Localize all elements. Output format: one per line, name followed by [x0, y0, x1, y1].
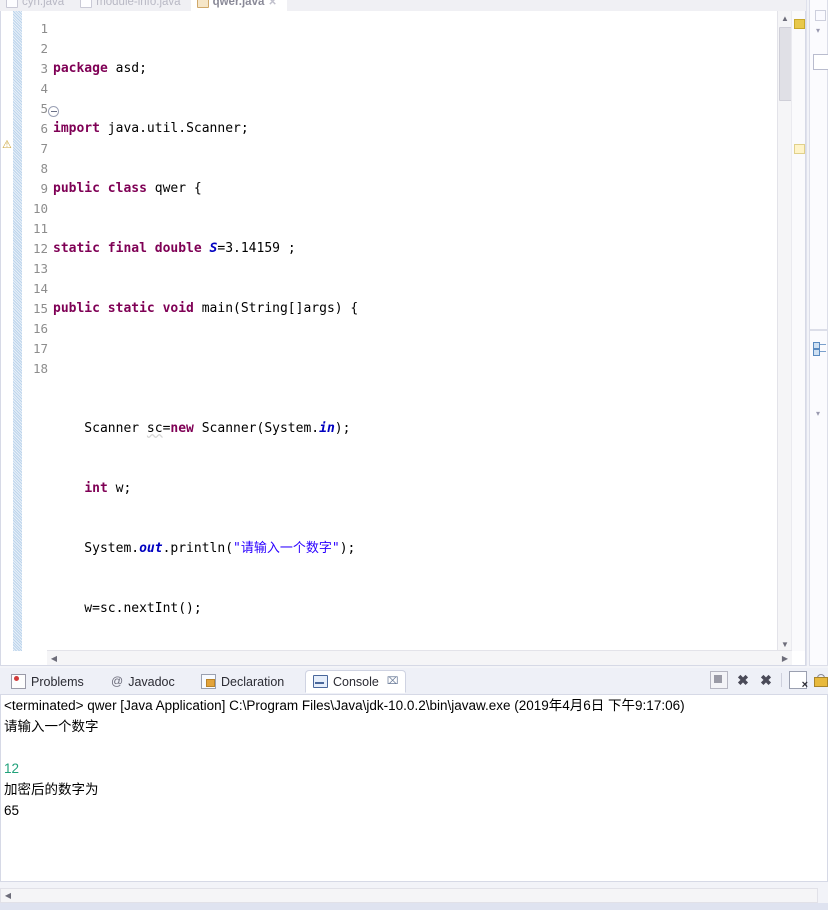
scroll-left-icon[interactable]: ◀: [1, 889, 15, 902]
console-line: 加密后的数字为: [4, 782, 99, 797]
line-number: 11: [32, 221, 48, 236]
outline-view-icon[interactable]: [813, 341, 827, 356]
tab-console[interactable]: Console ⌧: [305, 670, 407, 693]
line-number: 8: [40, 161, 48, 176]
eclipse-ide-window: cyh.java module-info.java qwer.java ✕ ⚠ …: [0, 0, 828, 910]
editor-overview-ruler[interactable]: [791, 11, 805, 651]
remove-launch-button[interactable]: ✖: [735, 672, 751, 688]
console-icon: [313, 675, 328, 688]
tab-label: Javadoc: [128, 674, 175, 689]
console-header-line: <terminated> qwer [Java Application] C:\…: [4, 698, 685, 713]
window-bottom-edge: [0, 903, 828, 910]
console-horizontal-scrollbar[interactable]: ◀: [0, 888, 818, 903]
line-number: 2: [40, 41, 48, 56]
code-line-9: System.out.println("请输入一个数字");: [53, 541, 356, 556]
java-source-editor[interactable]: ⚠ 1 2 3 4 5 6 7 8 9 10 11 12 13 14 15 16…: [0, 11, 806, 666]
editor-change-bar: [13, 11, 22, 651]
overview-occurrence-marker[interactable]: [794, 144, 805, 154]
tab-problems[interactable]: Problems: [4, 670, 91, 693]
console-line: 65: [4, 803, 20, 818]
warning-marker-icon[interactable]: ⚠: [2, 139, 13, 152]
console-toolbar: ✖ ✖: [710, 671, 828, 691]
problems-icon: [11, 674, 26, 689]
line-number: 14: [32, 281, 48, 296]
tab-label: Console: [333, 674, 379, 689]
code-line-1: package asd;: [53, 61, 147, 76]
scroll-down-icon[interactable]: ▼: [778, 637, 792, 651]
editor-line-number-ruler: 1 2 3 4 5 6 7 8 9 10 11 12 13 14 15 16 1…: [22, 11, 48, 651]
overview-warning-marker[interactable]: [794, 19, 805, 29]
tab-javadoc[interactable]: @ Javadoc: [104, 670, 182, 693]
editor-vertical-scrollbar[interactable]: ▲ ▼: [777, 11, 793, 651]
editor-horizontal-scrollbar[interactable]: ◀ ▶: [47, 650, 792, 665]
scroll-right-icon[interactable]: ▶: [778, 651, 792, 665]
minimized-stack-top[interactable]: ▾: [809, 0, 828, 330]
line-number: 17: [32, 341, 48, 356]
editor-tab-label: cyh.java: [22, 0, 65, 8]
right-minimized-view-stack[interactable]: ▾ ▾: [806, 0, 828, 666]
line-number: 1: [40, 21, 48, 36]
line-number: 15: [32, 301, 48, 316]
chevron-down-icon[interactable]: ▾: [816, 26, 820, 35]
close-icon[interactable]: ✕: [268, 0, 276, 8]
minimized-view-icon[interactable]: [813, 54, 828, 70]
editor-tab-label: qwer.java: [212, 0, 265, 8]
tab-label: Problems: [31, 674, 84, 689]
editor-tab-cyh[interactable]: cyh.java: [0, 0, 74, 11]
console-output-area[interactable]: <terminated> qwer [Java Application] C:\…: [0, 695, 828, 882]
editor-tab-label: module-info.java: [96, 0, 181, 8]
editor-annotation-ruler[interactable]: ⚠: [1, 11, 13, 651]
editor-tab-strip: cyh.java module-info.java qwer.java ✕: [0, 0, 806, 11]
chevron-down-icon[interactable]: ▾: [816, 409, 820, 418]
line-number: 12: [32, 241, 48, 256]
console-input-line: 12: [4, 761, 20, 776]
lock-scroll-button[interactable]: [814, 673, 828, 687]
code-line-5: public static void main(String[]args) {: [53, 301, 359, 316]
scroll-up-icon[interactable]: ▲: [778, 11, 792, 25]
tab-label: Declaration: [221, 674, 285, 689]
toolbar-divider: [781, 673, 782, 687]
editor-tab-qwer[interactable]: qwer.java ✕: [190, 0, 287, 11]
line-number: 10: [32, 201, 48, 216]
terminate-button[interactable]: [710, 671, 728, 689]
bottom-view-stack: Problems @ Javadoc Declaration Console ⌧…: [0, 668, 828, 910]
code-line-4: static final double S=3.14159 ;: [53, 241, 296, 256]
line-number: 5: [40, 101, 48, 116]
scroll-left-icon[interactable]: ◀: [47, 651, 61, 665]
remove-all-terminated-button[interactable]: ✖: [758, 672, 774, 688]
line-number: 18: [32, 361, 48, 376]
clear-console-button[interactable]: [789, 671, 808, 691]
editor-tab-module-info[interactable]: module-info.java: [74, 0, 190, 11]
java-file-icon: [6, 0, 18, 8]
console-line: 请输入一个数字: [4, 719, 99, 734]
editor-code-area[interactable]: package asd; import java.util.Scanner; p…: [49, 11, 783, 651]
declaration-icon: [201, 674, 216, 689]
bottom-tab-bar: Problems @ Javadoc Declaration Console ⌧…: [0, 668, 828, 695]
javadoc-icon: @: [111, 674, 124, 688]
code-line-10: w=sc.nextInt();: [53, 601, 202, 616]
line-number: 7: [40, 141, 48, 156]
line-number: 9: [40, 181, 48, 196]
line-number: 4: [40, 81, 48, 96]
line-number: 16: [32, 321, 48, 336]
restore-view-icon[interactable]: [815, 10, 826, 21]
line-number: 3: [40, 61, 48, 76]
line-number: 13: [32, 261, 48, 276]
java-file-icon: [80, 0, 93, 8]
code-line-2: import java.util.Scanner;: [53, 121, 249, 136]
tab-declaration[interactable]: Declaration: [194, 670, 291, 693]
line-number: 6: [40, 121, 48, 136]
code-line-8: int w;: [84, 481, 132, 496]
java-file-icon: [196, 0, 209, 8]
minimized-stack-bottom[interactable]: ▾: [809, 330, 828, 666]
code-line-7: Scanner sc=new Scanner(System.in);: [53, 421, 351, 436]
code-line-3: public class qwer {: [53, 181, 202, 196]
close-icon[interactable]: ⌧: [387, 676, 399, 687]
